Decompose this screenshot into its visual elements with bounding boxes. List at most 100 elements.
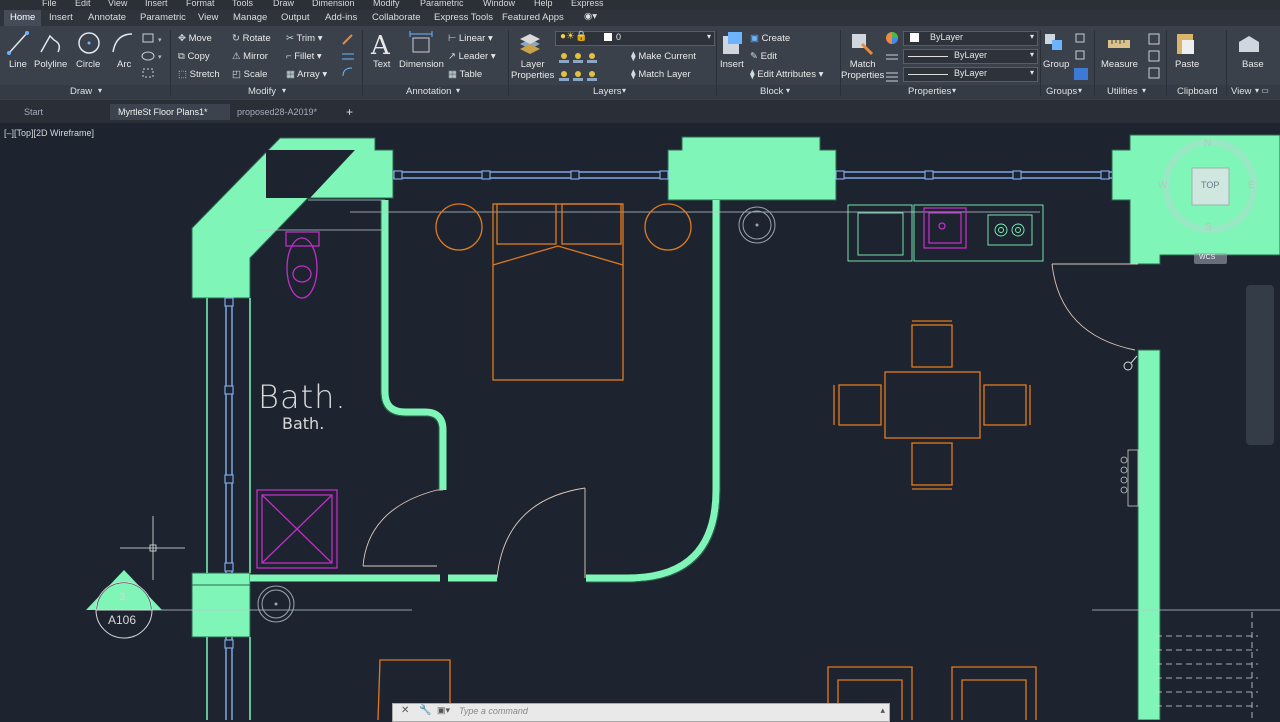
file-tab-myrtlest-floor-plans[interactable]: MyrtleSt Floor Plans1* xyxy=(110,104,230,120)
groups-panel-expand-icon[interactable]: ▾ xyxy=(1078,86,1082,95)
edit-attributes-button[interactable]: ⧫ Edit Attributes ▾ xyxy=(750,69,823,80)
wcs-menu[interactable]: WCS xyxy=(1199,254,1215,261)
match-properties-button[interactable]: Match Properties xyxy=(841,59,884,81)
copy-button[interactable]: ⧉ Copy xyxy=(178,51,210,62)
create-button[interactable]: ▣ Create xyxy=(750,33,790,44)
insert-button[interactable]: Insert xyxy=(720,59,744,70)
base-button[interactable]: Base xyxy=(1242,59,1264,70)
scale-button[interactable]: ◰ Scale xyxy=(232,69,267,80)
menu-draw[interactable]: Draw xyxy=(273,0,294,8)
edit-button[interactable]: ✎ Edit xyxy=(750,51,777,62)
view-panel-title[interactable]: View xyxy=(1231,86,1251,97)
draw-panel-expand-icon[interactable]: ▾ xyxy=(98,86,102,95)
linear-icon: ⊢ xyxy=(448,33,459,44)
wrench-icon[interactable]: 🔧 xyxy=(419,705,431,716)
menu-file[interactable]: File xyxy=(42,0,57,8)
viewport-controls-label[interactable]: [–][Top][2D Wireframe] xyxy=(4,128,94,138)
modify-extra-icons[interactable] xyxy=(340,32,356,80)
block-panel-expand-icon[interactable]: ▾ xyxy=(786,86,790,95)
properties-panel-expand-icon[interactable]: ▾ xyxy=(952,86,956,95)
utilities-panel-expand-icon[interactable]: ▾ xyxy=(1142,86,1146,95)
fillet-button[interactable]: ⌐ Fillet ▾ xyxy=(286,51,322,62)
file-tab-start[interactable]: Start xyxy=(16,104,51,120)
groups-panel-title[interactable]: Groups xyxy=(1046,86,1077,97)
menu-tools[interactable]: Tools xyxy=(232,0,253,8)
tab-collaborate[interactable]: Collaborate xyxy=(372,12,421,23)
view-panel-expand-icon[interactable]: ▾ ▭ xyxy=(1255,86,1269,95)
paste-button[interactable]: Paste xyxy=(1175,59,1199,70)
menu-window[interactable]: Window xyxy=(483,0,515,8)
draw-small-tools-icon[interactable]: ▾▾ xyxy=(140,32,168,80)
group-tools-icons[interactable] xyxy=(1072,31,1090,81)
circle-button[interactable]: Circle xyxy=(76,59,100,70)
mirror-button[interactable]: ⚠ Mirror xyxy=(232,51,268,62)
tab-home[interactable]: Home xyxy=(4,10,42,26)
viewcube-top-face[interactable]: TOP xyxy=(1201,180,1219,190)
modify-panel-expand-icon[interactable]: ▾ xyxy=(282,86,286,95)
tab-add-ins[interactable]: Add-ins xyxy=(325,12,357,23)
tab-overflow-icon[interactable]: ◉▾ xyxy=(584,11,597,22)
arc-button[interactable]: Arc xyxy=(117,59,131,70)
polyline-button[interactable]: Polyline xyxy=(34,59,67,70)
navigation-bar[interactable] xyxy=(1246,285,1274,445)
array-button[interactable]: ▦ Array ▾ xyxy=(286,69,327,80)
leader-button[interactable]: ↗ Leader ▾ xyxy=(448,51,496,62)
menu-express[interactable]: Express xyxy=(571,0,604,8)
linear-button[interactable]: ⊢ Linear ▾ xyxy=(448,33,493,44)
lineweight-dropdown[interactable]: ByLayer ▾ xyxy=(903,67,1038,82)
tab-express-tools[interactable]: Express Tools xyxy=(434,12,493,23)
utilities-small-icons[interactable] xyxy=(1146,31,1162,81)
utilities-panel-title[interactable]: Utilities xyxy=(1107,86,1138,97)
tab-parametric[interactable]: Parametric xyxy=(140,12,186,23)
drawing-canvas[interactable] xyxy=(0,123,1280,720)
menu-view[interactable]: View xyxy=(108,0,127,8)
make-current-button[interactable]: ⧫ Make Current xyxy=(631,51,696,62)
chevron-down-icon: ▾ xyxy=(1029,68,1034,77)
command-input[interactable]: Type a command xyxy=(459,706,528,716)
menu-format[interactable]: Format xyxy=(186,0,215,8)
annotation-panel-expand-icon[interactable]: ▾ xyxy=(456,86,460,95)
menu-modify[interactable]: Modify xyxy=(373,0,400,8)
tab-output[interactable]: Output xyxy=(281,12,310,23)
tab-featured-apps[interactable]: Featured Apps xyxy=(502,12,564,23)
rotate-button[interactable]: ↻ Rotate xyxy=(232,33,271,44)
tab-view[interactable]: View xyxy=(198,12,218,23)
menu-parametric[interactable]: Parametric xyxy=(420,0,464,8)
tab-annotate[interactable]: Annotate xyxy=(88,12,126,23)
color-dropdown[interactable]: ByLayer ▾ xyxy=(903,31,1038,46)
layer-properties-button[interactable]: Layer Properties xyxy=(511,59,554,81)
close-icon[interactable]: ✕ xyxy=(401,705,409,716)
trim-button[interactable]: ✂ Trim ▾ xyxy=(286,33,323,44)
tab-insert[interactable]: Insert xyxy=(49,12,73,23)
dimension-button[interactable]: Dimension xyxy=(399,59,444,70)
linetype-dropdown[interactable]: ByLayer ▾ xyxy=(903,49,1038,64)
layer-dropdown[interactable]: ●☀🔒 0 ▾ xyxy=(555,31,715,46)
stretch-button[interactable]: ⬚ Stretch xyxy=(178,69,220,80)
properties-panel-title[interactable]: Properties xyxy=(908,86,951,97)
layers-panel-title[interactable]: Layers xyxy=(593,86,622,97)
group-button[interactable]: Group xyxy=(1043,59,1069,70)
command-line: ✕ 🔧 ▣▾ Type a command ▴ xyxy=(392,703,890,722)
draw-panel-title[interactable]: Draw xyxy=(70,86,92,97)
line-button[interactable]: Line xyxy=(9,59,27,70)
menu-edit[interactable]: Edit xyxy=(75,0,91,8)
clipboard-panel-title[interactable]: Clipboard xyxy=(1177,86,1218,97)
layer-tools-icons[interactable] xyxy=(556,50,628,84)
menu-insert[interactable]: Insert xyxy=(145,0,168,8)
new-tab-plus-icon[interactable]: + xyxy=(342,104,358,120)
block-panel-title[interactable]: Block xyxy=(760,86,783,97)
modify-panel-title[interactable]: Modify xyxy=(248,86,276,97)
table-button[interactable]: ▦ Table xyxy=(448,69,482,80)
layers-panel-expand-icon[interactable]: ▾ xyxy=(622,86,626,95)
annotation-panel-title[interactable]: Annotation xyxy=(406,86,451,97)
menu-help[interactable]: Help xyxy=(534,0,553,8)
move-button[interactable]: ✥ Move xyxy=(178,33,212,44)
recent-commands-icon[interactable]: ▣▾ xyxy=(437,705,450,716)
command-history-icon[interactable]: ▴ xyxy=(880,705,885,716)
tab-manage[interactable]: Manage xyxy=(233,12,267,23)
text-button[interactable]: Text xyxy=(373,59,390,70)
file-tab-proposed28[interactable]: proposed28-A2019* xyxy=(229,104,339,120)
measure-button[interactable]: Measure xyxy=(1101,59,1138,70)
match-layer-button[interactable]: ⧫ Match Layer xyxy=(631,69,691,80)
menu-dimension[interactable]: Dimension xyxy=(312,0,355,8)
